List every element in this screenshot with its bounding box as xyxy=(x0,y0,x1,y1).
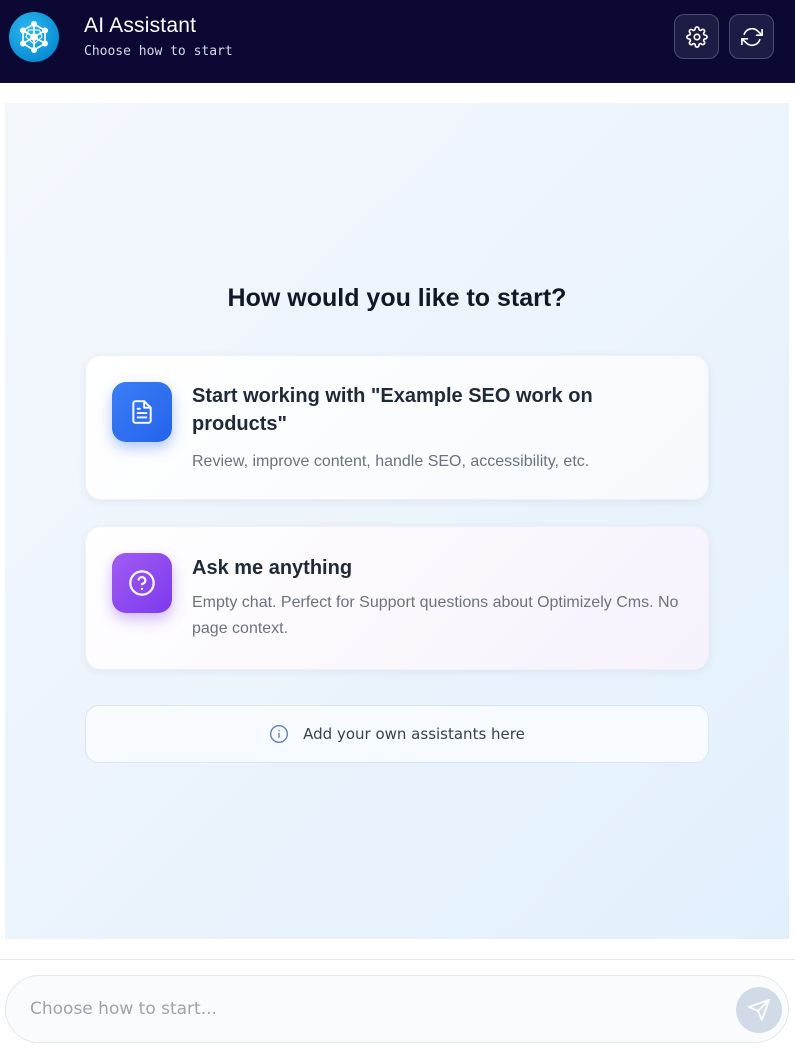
document-icon xyxy=(112,382,172,442)
chat-input[interactable] xyxy=(30,976,730,1042)
gear-icon xyxy=(685,25,708,48)
start-question: How would you like to start? xyxy=(227,284,567,312)
send-button[interactable] xyxy=(736,987,782,1033)
card-title: Ask me anything xyxy=(192,557,353,579)
add-assistants-link[interactable]: Add your own assistants here xyxy=(85,705,709,763)
card-text: Ask me anything Empty chat. Perfect for … xyxy=(192,554,684,642)
card-description: Review, improve content, handle SEO, acc… xyxy=(192,453,590,470)
send-icon xyxy=(748,999,770,1021)
start-panel: How would you like to start? Start worki… xyxy=(5,103,789,939)
app-header: AI Assistant Choose how to start xyxy=(0,0,795,83)
info-icon xyxy=(270,725,289,743)
card-title: Start working with "Example SEO work on … xyxy=(192,385,593,435)
app-subtitle: Choose how to start xyxy=(84,44,233,59)
ask-anything-card[interactable]: Ask me anything Empty chat. Perfect for … xyxy=(85,526,709,670)
settings-button[interactable] xyxy=(674,14,719,59)
refresh-button[interactable] xyxy=(729,14,774,59)
chat-composer xyxy=(5,975,789,1043)
refresh-icon xyxy=(740,27,763,46)
question-circle-icon xyxy=(112,553,172,613)
app-title: AI Assistant xyxy=(84,14,197,37)
card-text: Start working with "Example SEO work on … xyxy=(192,382,684,475)
add-assistants-label: Add your own assistants here xyxy=(303,725,525,743)
start-seo-work-card[interactable]: Start working with "Example SEO work on … xyxy=(85,355,709,500)
header-titles: AI Assistant Choose how to start xyxy=(84,14,233,59)
network-brain-icon xyxy=(9,12,59,62)
composer-divider xyxy=(0,959,795,960)
card-description: Empty chat. Perfect for Support question… xyxy=(192,594,679,637)
